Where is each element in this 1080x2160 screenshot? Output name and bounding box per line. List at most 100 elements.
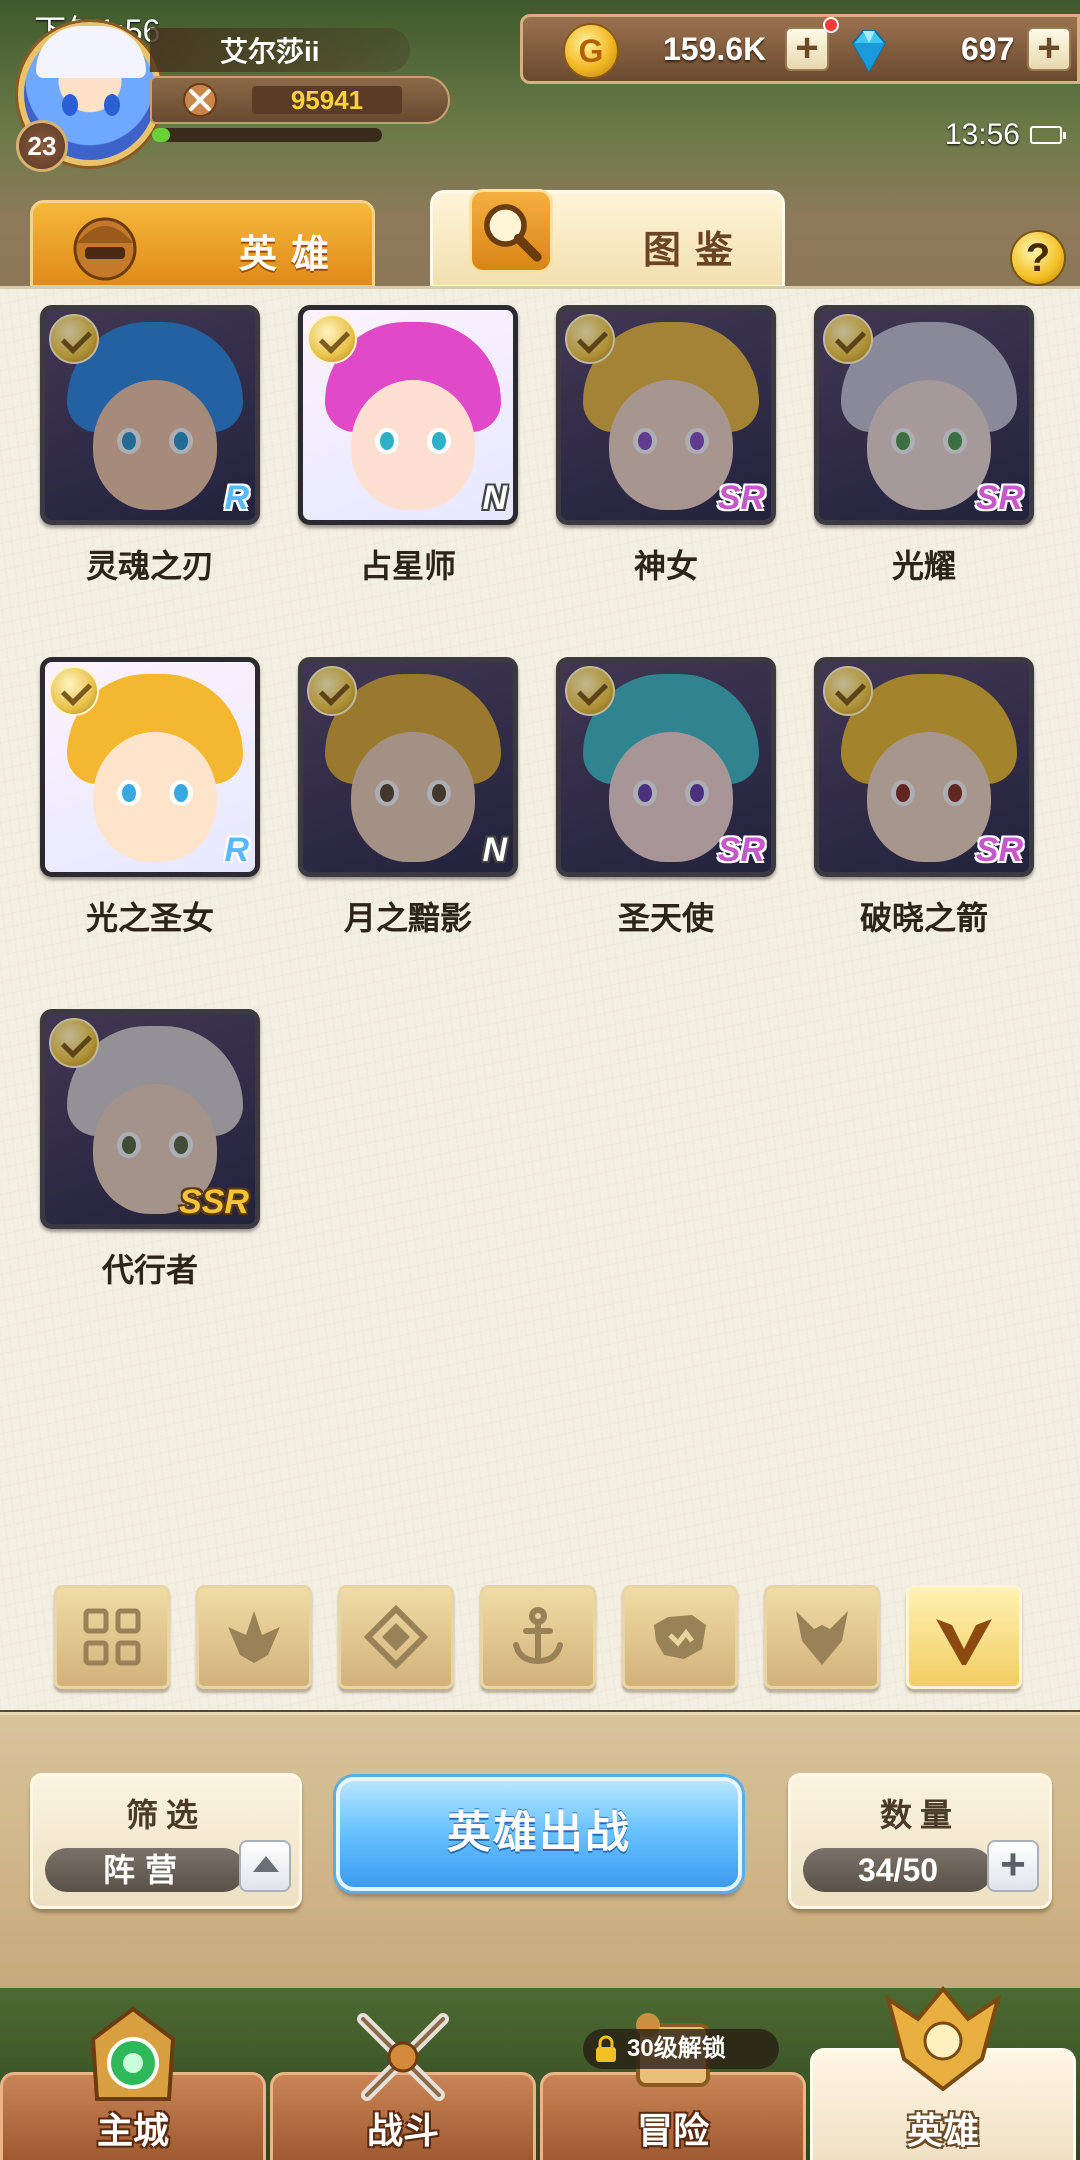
top-hud: 下午1:56 23 艾尔莎ii 95941 G 159.6K + 697 + 1… xyxy=(0,0,1080,200)
xp-bar-fill xyxy=(152,128,171,142)
nav-battle-label: 战斗 xyxy=(366,2110,439,2151)
rarity-badge: SR xyxy=(717,831,765,869)
hero-helmet-icon xyxy=(884,1985,1002,2092)
gold-coin-icon: G xyxy=(563,23,619,79)
nav-adventure-label: 冒险 xyxy=(636,2110,709,2151)
rarity-badge: SSR xyxy=(179,1183,249,1221)
hero-name: 占星师 xyxy=(359,547,456,585)
hero-portrait: SR xyxy=(814,657,1034,877)
nav-adventure[interactable]: 30级解锁 冒险 xyxy=(540,2013,806,2160)
faction-chevron-badge-icon xyxy=(823,314,873,364)
hero-portrait: R xyxy=(40,657,260,877)
hero-card[interactable]: SSR 代行者 xyxy=(40,1009,260,1291)
battery-icon xyxy=(1030,126,1066,144)
filter-title: 筛选 xyxy=(125,1797,206,1833)
count-title: 数量 xyxy=(879,1797,960,1833)
filter-faction-fox-button[interactable] xyxy=(764,1585,880,1689)
hero-portrait: SR xyxy=(556,657,776,877)
rarity-badge: SR xyxy=(717,479,765,517)
adventure-lock-tag: 30级解锁 xyxy=(583,2029,779,2069)
hero-card[interactable]: SR 破晓之箭 xyxy=(814,657,1034,939)
hero-portrait: R xyxy=(40,305,260,525)
diamond-crest-icon xyxy=(364,1605,428,1669)
hero-name: 圣天使 xyxy=(617,899,714,937)
hero-name: 月之黯影 xyxy=(343,899,472,937)
hero-portrait: SR xyxy=(814,305,1034,525)
hero-card[interactable]: SR 神女 xyxy=(556,305,776,587)
filter-box: 筛选 阵营 xyxy=(30,1773,302,1909)
chevron-crest-icon xyxy=(936,1619,992,1665)
rarity-badge: N xyxy=(482,479,507,517)
hero-name: 代行者 xyxy=(101,1251,198,1289)
hero-card[interactable]: SR 光耀 xyxy=(814,305,1034,587)
faction-chevron-badge-icon xyxy=(49,666,99,716)
hero-card[interactable]: N 月之黯影 xyxy=(298,657,518,939)
filter-faction-leaf-button[interactable] xyxy=(196,1585,312,1689)
player-level-badge: 23 xyxy=(16,120,68,172)
hero-portrait: N xyxy=(298,657,518,877)
nav-heroes[interactable]: 英雄 xyxy=(810,1985,1076,2160)
faction-chevron-badge-icon xyxy=(565,314,615,364)
faction-filter-row xyxy=(54,1585,1034,1689)
bottom-nav: 主城 战斗 30级解锁 冒险 英雄 xyxy=(0,1985,1080,2160)
tab-codex[interactable]: 图鉴 xyxy=(430,189,785,288)
hero-card[interactable]: R 光之圣女 xyxy=(40,657,260,939)
status-clock: 13:56 xyxy=(944,118,1020,151)
filter-faction-anchor-button[interactable] xyxy=(480,1585,596,1689)
filter-toggle-button[interactable] xyxy=(239,1840,291,1892)
diamond-gem-icon xyxy=(851,30,887,74)
crossed-swords-icon xyxy=(183,83,217,117)
gem-amount: 697 xyxy=(961,31,1015,67)
hero-portrait: SSR xyxy=(40,1009,260,1229)
adventure-lock-text: 30级解锁 xyxy=(627,2035,726,2062)
faction-chevron-badge-icon xyxy=(565,666,615,716)
expand-capacity-button[interactable]: + xyxy=(987,1840,1039,1892)
rarity-badge: N xyxy=(482,831,507,869)
add-gems-button[interactable]: + xyxy=(1027,27,1071,71)
nav-main-city-label: 主城 xyxy=(96,2110,169,2151)
caret-up-icon xyxy=(253,1856,279,1872)
faction-chevron-badge-icon xyxy=(823,666,873,716)
magnifier-icon xyxy=(469,189,553,273)
tab-heroes[interactable]: 英雄 xyxy=(30,200,375,288)
tab-heroes-label: 英雄 xyxy=(239,234,344,276)
tab-codex-label: 图鉴 xyxy=(643,230,748,272)
anchor-icon xyxy=(513,1607,563,1665)
helmet-icon xyxy=(73,217,137,281)
hero-count-value: 34/50 xyxy=(803,1848,993,1892)
nav-main-city[interactable]: 主城 xyxy=(0,2006,266,2160)
deploy-heroes-button[interactable]: 英雄出战 xyxy=(336,1777,742,1891)
rarity-badge: SR xyxy=(975,479,1023,517)
filter-faction-beast-button[interactable] xyxy=(622,1585,738,1689)
lock-icon xyxy=(596,2035,616,2062)
add-gold-button[interactable]: + xyxy=(785,27,829,71)
rarity-badge: SR xyxy=(975,831,1023,869)
hero-card[interactable]: N 占星师 xyxy=(298,305,518,587)
faction-chevron-badge-icon xyxy=(49,1018,99,1068)
notification-dot xyxy=(823,17,839,33)
currency-bar: G 159.6K + 697 + xyxy=(520,14,1080,84)
rarity-badge: R xyxy=(224,479,249,517)
hero-portrait: N xyxy=(298,305,518,525)
hero-name: 灵魂之刃 xyxy=(85,547,214,585)
player-name-text: 艾尔莎ii xyxy=(220,36,320,67)
help-button[interactable]: ? xyxy=(1010,230,1066,286)
hero-name: 光耀 xyxy=(891,547,956,585)
filter-faction-diamond-button[interactable] xyxy=(338,1585,454,1689)
faction-chevron-badge-icon xyxy=(307,666,357,716)
beast-crest-icon xyxy=(654,1615,706,1659)
hero-card[interactable]: R 灵魂之刃 xyxy=(40,305,260,587)
hero-count-box: 数量 34/50 + xyxy=(788,1773,1052,1909)
filter-faction-chevron-button[interactable] xyxy=(906,1585,1022,1689)
bottom-control-bar: 筛选 阵营 英雄出战 数量 34/50 + xyxy=(0,1712,1080,1988)
nav-battle[interactable]: 战斗 xyxy=(270,2013,536,2160)
fox-crest-icon xyxy=(796,1611,848,1665)
grid-icon xyxy=(83,1608,141,1666)
filter-all-button[interactable] xyxy=(54,1585,170,1689)
castle-emblem-icon xyxy=(90,2006,176,2101)
hero-card[interactable]: SR 圣天使 xyxy=(556,657,776,939)
filter-value[interactable]: 阵营 xyxy=(45,1848,245,1892)
leaf-crest-icon xyxy=(228,1611,280,1663)
crossed-swords-icon xyxy=(357,2013,449,2101)
combat-power: 95941 xyxy=(150,76,450,124)
